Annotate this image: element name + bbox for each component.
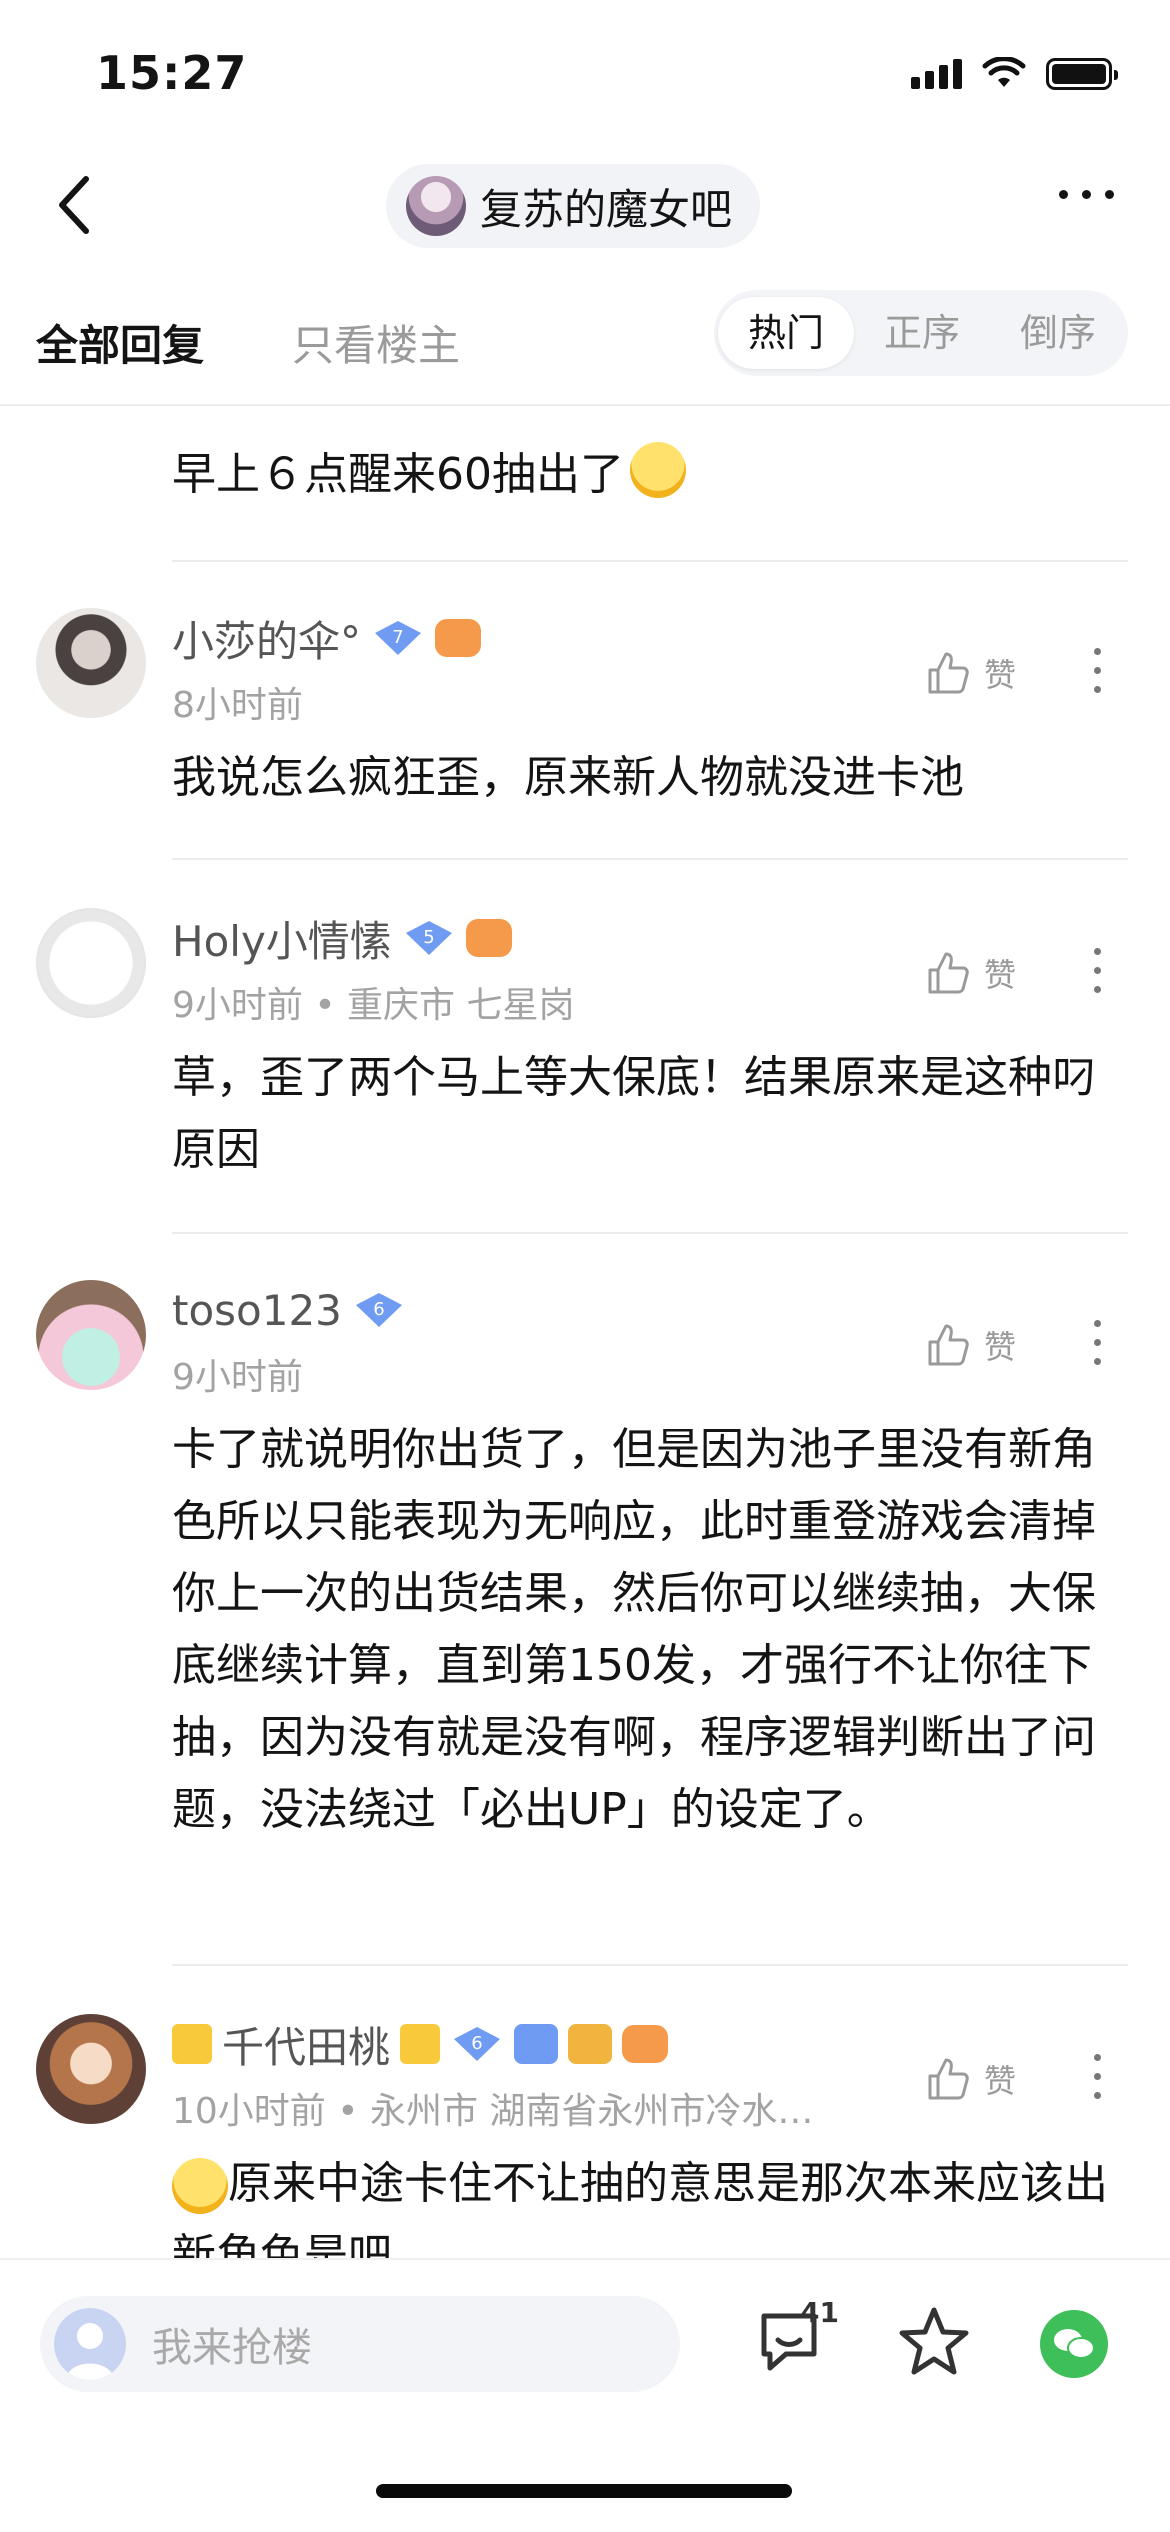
comment-menu-button[interactable] <box>1094 2054 1101 2099</box>
forum-name: 复苏的魔女吧 <box>480 184 733 234</box>
svg-text:7: 7 <box>392 627 403 648</box>
avatar[interactable] <box>36 608 146 718</box>
divider <box>172 560 1128 562</box>
tab-all-replies[interactable]: 全部回复 <box>36 312 204 373</box>
comment-meta: 8小时前 <box>172 676 303 728</box>
star-icon <box>899 2307 969 2375</box>
comment-menu-button[interactable] <box>1094 648 1101 693</box>
comment-meta: 10小时前 • 永州市 湖南省永州市冷水… <box>172 2091 814 2132</box>
avatar[interactable] <box>36 2014 146 2124</box>
comment-body: 我说怎么疯狂歪，原来新人物就没进卡池 <box>172 752 964 803</box>
tab-op-only[interactable]: 只看楼主 <box>292 312 460 373</box>
previous-comment-body: 早上６点醒来60抽出了 <box>172 449 624 500</box>
back-button[interactable] <box>56 172 116 238</box>
like-label: 赞 <box>984 956 1017 994</box>
level-badge-icon: 6 <box>355 1293 402 1327</box>
comment-body: 原来中途卡住不让抽的意思是那次本来应该出新角色是吧 <box>172 2148 1122 2258</box>
comment-body-text: 原来中途卡住不让抽的意思是那次本来应该出新角色是吧 <box>172 2158 1108 2258</box>
level-badge-icon: 7 <box>375 621 422 655</box>
reply-filter-bar: 全部回复 只看楼主 热门 正序 倒序 <box>0 290 1170 406</box>
wechat-share-button[interactable] <box>1040 2310 1108 2378</box>
thumbs-up-icon <box>928 1324 969 1366</box>
signal-icon <box>911 59 962 89</box>
sort-toggle: 热门 正序 倒序 <box>714 290 1128 376</box>
like-label: 赞 <box>984 2062 1017 2100</box>
svg-text:5: 5 <box>423 927 434 948</box>
user-avatar-icon <box>54 2308 126 2380</box>
username[interactable]: Holy小情愫 <box>172 908 392 969</box>
like-button[interactable]: 赞 <box>924 650 1016 696</box>
more-options-button[interactable] <box>1059 190 1114 199</box>
sort-ascending[interactable]: 正序 <box>854 297 990 369</box>
star-decoration-icon <box>172 2024 212 2064</box>
thumbs-up-icon <box>928 2058 969 2100</box>
reply-input[interactable]: 我来抢楼 <box>40 2296 680 2392</box>
back-chevron-icon <box>59 176 89 234</box>
libra-badge-icon <box>514 2024 559 2064</box>
svg-text:6: 6 <box>373 1299 384 1320</box>
sort-hot[interactable]: 热门 <box>718 297 854 369</box>
game-controller-badge-icon <box>622 2025 669 2063</box>
username-row: 千代田桃 6 <box>172 2014 669 2075</box>
comment-time: 10小时前 <box>172 2091 326 2132</box>
like-button[interactable]: 赞 <box>924 950 1016 996</box>
like-button[interactable]: 赞 <box>924 1322 1016 1368</box>
comment-count: 41 <box>800 2296 839 2329</box>
comment-location: 永州市 湖南省永州市冷水… <box>369 2091 814 2132</box>
svg-text:6: 6 <box>471 2033 482 2054</box>
status-icons <box>911 54 1118 94</box>
comment-location: 重庆市 七星岗 <box>347 985 575 1026</box>
username-row: toso123 6 <box>172 1282 406 1338</box>
status-time: 15:27 <box>96 46 248 100</box>
grin-emoji-icon <box>172 2158 228 2214</box>
home-indicator <box>376 2484 792 2498</box>
username[interactable]: toso123 <box>172 1286 342 1335</box>
username-row: 小莎的伞° 7 <box>172 608 482 669</box>
comment-meta: 9小时前 • 重庆市 七星岗 <box>172 985 575 1026</box>
like-label: 赞 <box>984 656 1017 694</box>
reply-placeholder: 我来抢楼 <box>152 2325 312 2371</box>
username-row: Holy小情愫 5 <box>172 910 512 966</box>
thumbs-up-icon <box>928 652 969 694</box>
like-label: 赞 <box>984 1328 1017 1366</box>
comment-menu-button[interactable] <box>1094 948 1101 993</box>
comment-body: 卡了就说明你出货了，但是因为池子里没有新角色所以只能表现为无响应，此时重登游戏会… <box>172 1424 1096 1835</box>
like-button[interactable]: 赞 <box>924 2056 1016 2102</box>
game-controller-badge-icon <box>465 919 512 957</box>
game-controller-badge-icon <box>435 619 482 657</box>
comment-body: 草，歪了两个马上等大保底！结果原来是这种叼原因 <box>172 1052 1096 1175</box>
level-badge-icon: 5 <box>405 921 452 955</box>
wechat-icon <box>1054 2329 1095 2359</box>
comment-menu-button[interactable] <box>1094 1320 1101 1365</box>
previous-comment-text: 早上６点醒来60抽出了 <box>172 438 686 502</box>
comment-list[interactable]: 早上６点醒来60抽出了 小莎的伞° 7 8小时前 赞 我说怎么疯狂歪，原来新人物… <box>0 408 1170 2258</box>
level-badge-icon: 6 <box>454 2027 501 2061</box>
divider <box>172 858 1128 860</box>
avatar[interactable] <box>36 1280 146 1390</box>
favorite-button[interactable] <box>896 2304 972 2380</box>
sort-descending[interactable]: 倒序 <box>990 297 1126 369</box>
trident-badge-icon <box>568 2024 613 2064</box>
comment-time: 8小时前 <box>172 685 303 726</box>
comment-meta: 9小时前 <box>172 1348 303 1400</box>
status-bar: 15:27 <box>0 0 1170 140</box>
comment-time: 9小时前 <box>172 1357 303 1398</box>
avatar[interactable] <box>36 908 146 1018</box>
username[interactable]: 小莎的伞° <box>172 608 361 669</box>
grin-emoji-icon <box>630 442 686 498</box>
divider <box>172 1232 1128 1234</box>
comment-time: 9小时前 <box>172 985 303 1026</box>
forum-title-pill[interactable]: 复苏的魔女吧 <box>386 164 761 248</box>
username[interactable]: 千代田桃 <box>222 2014 390 2075</box>
battery-icon <box>1046 58 1118 90</box>
forum-avatar <box>406 176 466 236</box>
nav-bar: 复苏的魔女吧 <box>0 150 1170 260</box>
divider <box>172 1964 1128 1966</box>
wifi-icon <box>982 57 1026 87</box>
thumbs-up-icon <box>928 952 969 994</box>
star-decoration-icon <box>400 2024 441 2064</box>
